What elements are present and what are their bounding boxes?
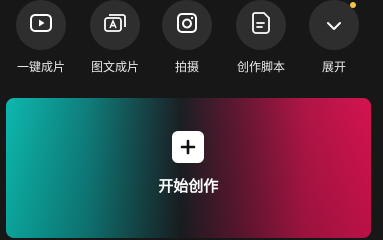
tool-expand-circle: [309, 0, 359, 50]
tool-creative-script[interactable]: 创作脚本: [226, 0, 296, 74]
tool-expand-label: 展开: [321, 60, 346, 74]
start-creating-button[interactable]: 开始创作: [6, 98, 371, 238]
camera-icon: [177, 13, 197, 37]
tool-shoot[interactable]: 拍摄: [152, 0, 222, 74]
notification-dot: [350, 2, 356, 8]
tool-image-text-video-circle: [90, 0, 140, 50]
tool-shoot-label: 拍摄: [174, 60, 199, 74]
image-text-icon: [104, 13, 126, 37]
home-screen: 一键成片 图文成片 拍摄 创作脚本 展开 开始创作: [0, 0, 383, 238]
card-shade: [6, 98, 371, 238]
tool-one-click-video-circle: [16, 0, 66, 50]
quick-tools-row: 一键成片 图文成片 拍摄 创作脚本 展开: [0, 0, 383, 90]
tool-expand[interactable]: 展开: [299, 0, 369, 74]
tool-creative-script-circle: [236, 0, 286, 50]
tool-creative-script-label: 创作脚本: [236, 60, 285, 74]
plus-icon: [172, 131, 204, 163]
tool-one-click-video[interactable]: 一键成片: [6, 0, 76, 74]
script-document-icon: [252, 12, 270, 38]
start-creating-label: 开始创作: [158, 177, 219, 195]
tool-one-click-video-label: 一键成片: [16, 60, 65, 74]
tool-image-text-video[interactable]: 图文成片: [80, 0, 150, 74]
chevron-down-icon: [326, 16, 342, 35]
tool-shoot-circle: [162, 0, 212, 50]
tool-image-text-video-label: 图文成片: [90, 60, 139, 74]
play-square-icon: [30, 14, 52, 36]
